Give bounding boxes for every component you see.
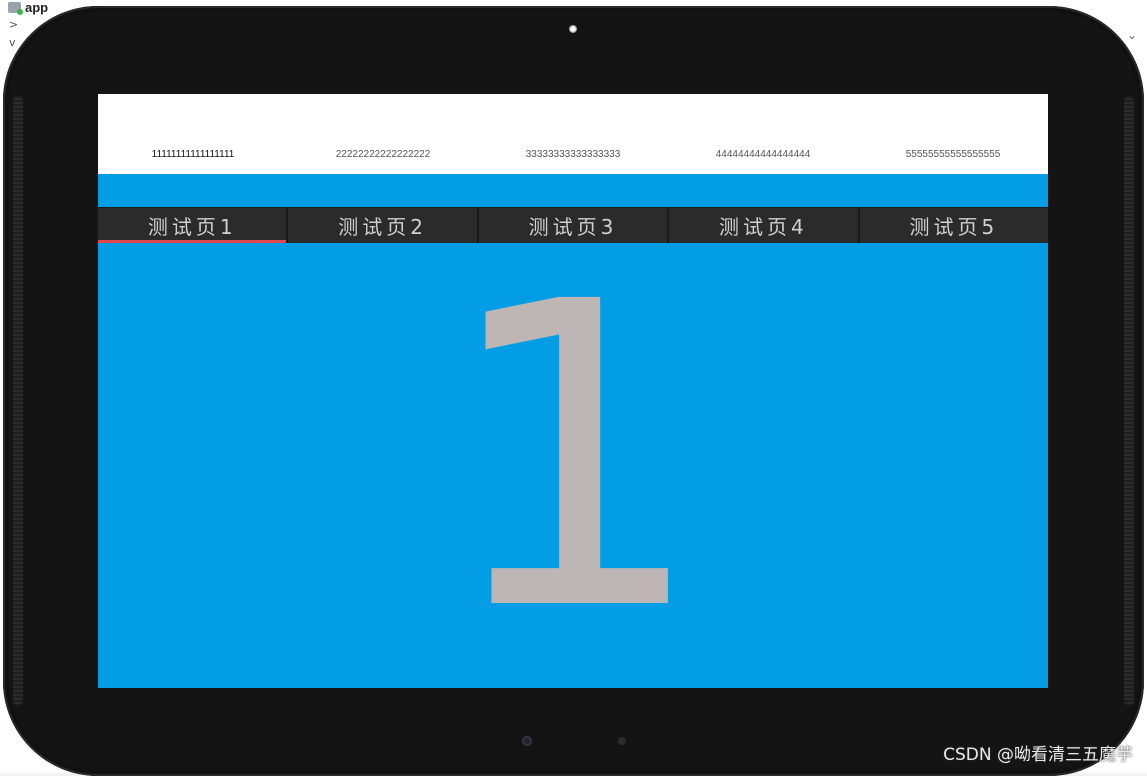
tab-test-page-5[interactable]: 测试页5 xyxy=(860,208,1048,243)
top-label-bar: 11111111111111111 22222222222222222 3333… xyxy=(98,94,1048,174)
front-camera-icon xyxy=(569,25,577,33)
top-label-4[interactable]: 44444444444444444 xyxy=(668,94,858,174)
tab-test-page-1[interactable]: 测试页1 xyxy=(98,208,288,243)
top-label-5[interactable]: 55555555555555555 xyxy=(858,94,1048,174)
top-label-3[interactable]: 33333333333333333 xyxy=(478,94,668,174)
sensor-dot-icon xyxy=(618,737,626,745)
chevron-right-icon[interactable]: > xyxy=(9,18,18,31)
dropdown-chevron-icon[interactable]: ⌄ xyxy=(1127,28,1147,48)
chevron-down-icon[interactable]: v xyxy=(9,36,16,49)
module-icon xyxy=(8,2,21,13)
ide-app-label[interactable]: app xyxy=(8,0,48,15)
top-label-2[interactable]: 22222222222222222 xyxy=(288,94,478,174)
speaker-grille-right xyxy=(1124,96,1134,706)
top-label-1[interactable]: 11111111111111111 xyxy=(98,94,288,174)
app-name: app xyxy=(25,0,48,15)
sensor-icon xyxy=(522,736,532,746)
page-number-display: 1 xyxy=(98,279,1048,639)
watermark: CSDN @呦看清三五魔芋 xyxy=(943,740,1133,765)
speaker-grille-left xyxy=(13,96,23,706)
app-screen: 11111111111111111 22222222222222222 3333… xyxy=(98,94,1048,688)
